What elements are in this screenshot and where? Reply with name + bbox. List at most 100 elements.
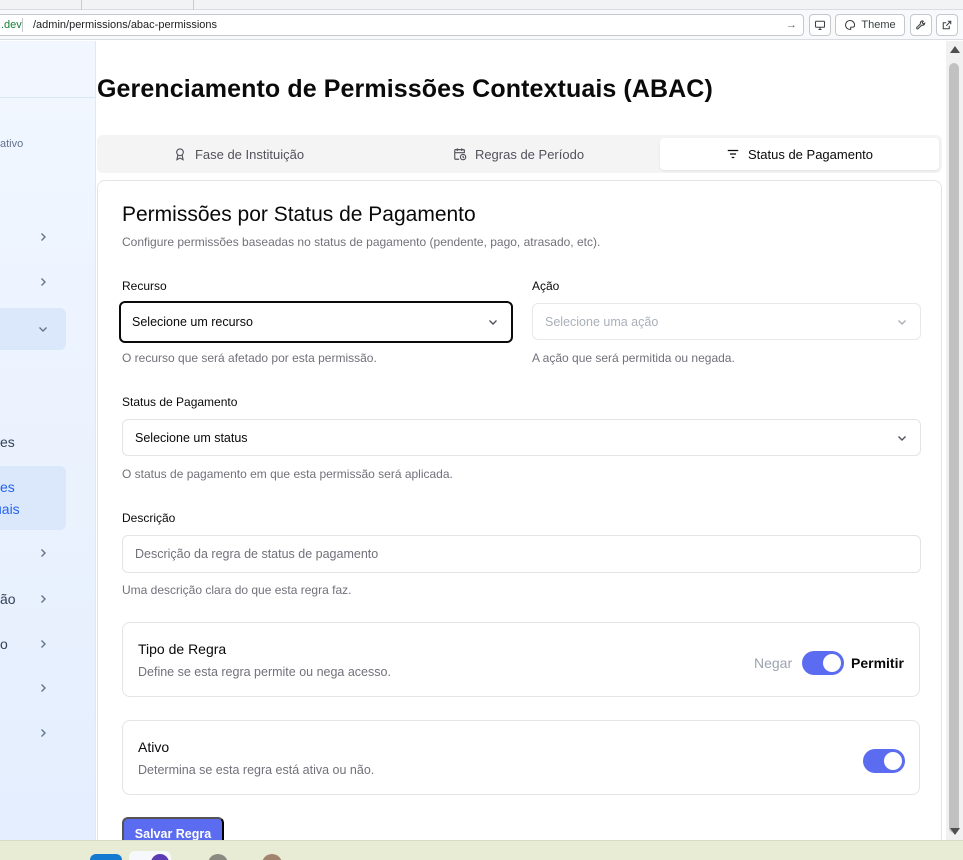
sidebar-item-label: uais [0, 501, 20, 517]
deny-label: Negar [754, 655, 793, 671]
sidebar-header [0, 41, 95, 98]
scroll-down-icon[interactable] [950, 828, 960, 835]
active-title: Ativo [138, 739, 170, 755]
filter-lines-icon [727, 149, 739, 159]
resource-select-value: Selecione um recurso [132, 315, 253, 329]
sidebar-item-expanded[interactable] [0, 308, 66, 350]
address-bar[interactable]: .dev /admin/permissions/abac-permissions… [0, 14, 804, 36]
chevron-right-icon [41, 278, 46, 286]
page-scrollbar[interactable] [946, 41, 963, 840]
wrench-icon [916, 20, 926, 30]
rule-type-switch[interactable] [802, 651, 844, 675]
rule-type-title: Tipo de Regra [138, 641, 227, 657]
sidebar: ativo es es uais ão o [0, 41, 96, 840]
action-select[interactable]: Selecione uma ação [532, 303, 921, 340]
taskbar-app-icon[interactable] [90, 854, 122, 860]
chevron-down-icon [898, 436, 906, 441]
active-description: Determina se esta regra está ativa ou nã… [138, 763, 375, 777]
chevron-right-icon [41, 729, 46, 737]
switch-knob [884, 752, 902, 770]
tabs-list: Fase de Instituição Regras de Período St… [97, 135, 942, 173]
rule-type-box: Tipo de Regra Define se esta regra permi… [122, 622, 920, 697]
browser-toolbar: .dev /admin/permissions/abac-permissions… [0, 10, 963, 40]
payment-status-card: Permissões por Status de Pagamento Confi… [97, 180, 942, 840]
calendar-clock-icon [454, 148, 467, 161]
status-select[interactable]: Selecione um status [122, 419, 921, 456]
sidebar-item[interactable] [0, 676, 95, 700]
monitor-icon [814, 20, 826, 31]
devtools-button[interactable] [910, 14, 932, 36]
description-help: Uma descrição clara do que esta regra fa… [122, 583, 352, 597]
sidebar-item[interactable] [0, 225, 95, 249]
sidebar-item-active[interactable]: es uais [0, 466, 66, 530]
theme-button[interactable]: Theme [835, 14, 905, 36]
browser-tab-strip [0, 0, 963, 10]
chevron-right-icon [41, 549, 46, 557]
action-help: A ação que será permitida ou negada. [532, 351, 735, 365]
action-select-value: Selecione uma ação [545, 314, 659, 329]
sidebar-item-label[interactable]: es [0, 434, 15, 450]
main-content: Gerenciamento de Permissões Contextuais … [97, 41, 946, 840]
sidebar-item[interactable]: ão [0, 587, 95, 611]
status-select-value: Selecione um status [135, 430, 248, 445]
resource-label: Recurso [122, 279, 167, 293]
sidebar-item[interactable] [0, 541, 95, 565]
chevron-down-icon [39, 327, 47, 332]
os-taskbar [0, 840, 963, 860]
palette-icon [845, 19, 856, 31]
tab-label: Status de Pagamento [747, 146, 874, 162]
chevron-down-icon [489, 320, 497, 325]
theme-label: Theme [861, 19, 896, 31]
taskbar-app-icon[interactable] [208, 854, 228, 860]
device-preview-button[interactable] [809, 14, 831, 36]
switch-knob [823, 654, 841, 672]
resource-help: O recurso que será afetado por esta perm… [122, 351, 377, 365]
active-box: Ativo Determina se esta regra está ativa… [122, 720, 920, 795]
sidebar-item[interactable] [0, 270, 95, 294]
action-label: Ação [532, 279, 560, 293]
rule-type-description: Define se esta regra permite ou nega ace… [138, 665, 391, 679]
card-description: Configure permissões baseadas no status … [122, 235, 601, 249]
chevron-right-icon [41, 595, 46, 603]
sidebar-item-label: ão [0, 591, 16, 607]
external-link-icon [942, 20, 952, 30]
tab-regras-periodo[interactable]: Regras de Período [380, 138, 657, 170]
sidebar-subtitle: ativo [0, 138, 24, 150]
tab-label: Regras de Período [474, 146, 585, 162]
chevron-right-icon [41, 640, 46, 648]
resource-select[interactable]: Selecione um recurso [119, 301, 513, 343]
sidebar-item[interactable] [0, 721, 95, 745]
tab-status-pagamento[interactable]: Status de Pagamento [660, 138, 939, 170]
sidebar-item-label: o [0, 636, 8, 652]
open-external-button[interactable] [936, 14, 958, 36]
address-divider [22, 18, 23, 32]
chevron-right-icon [41, 233, 46, 241]
tab-fase-instituicao[interactable]: Fase de Instituição [100, 138, 377, 170]
tab-separator [193, 0, 194, 10]
taskbar-app-icon[interactable] [262, 854, 282, 860]
tab-separator [81, 0, 82, 10]
tab-label: Fase de Instituição [194, 146, 305, 162]
page-title: Gerenciamento de Permissões Contextuais … [97, 75, 713, 103]
sidebar-item[interactable]: o [0, 632, 95, 656]
allow-label: Permitir [851, 655, 904, 671]
chevron-right-icon [41, 684, 46, 692]
active-switch[interactable] [863, 749, 905, 773]
taskbar-app-icon[interactable] [129, 851, 171, 860]
description-placeholder: Descrição da regra de status de pagament… [135, 547, 379, 561]
go-arrow-icon[interactable]: → [786, 15, 797, 35]
status-label: Status de Pagamento [122, 395, 238, 409]
scroll-up-icon[interactable] [950, 46, 960, 53]
ribbon-icon [176, 148, 184, 161]
card-title: Permissões por Status de Pagamento [122, 203, 476, 226]
status-help: O status de pagamento em que esta permis… [122, 467, 453, 481]
address-path: /admin/permissions/abac-permissions [33, 19, 218, 31]
app-glyph-icon [151, 854, 169, 860]
chevron-down-icon [898, 320, 906, 325]
description-input[interactable]: Descrição da regra de status de pagament… [122, 535, 921, 573]
address-domain: .dev [1, 19, 22, 31]
save-rule-button[interactable]: Salvar Regra [122, 817, 224, 840]
scroll-thumb[interactable] [949, 63, 959, 833]
sidebar-item-label: es [0, 479, 15, 495]
description-label: Descrição [122, 511, 176, 525]
